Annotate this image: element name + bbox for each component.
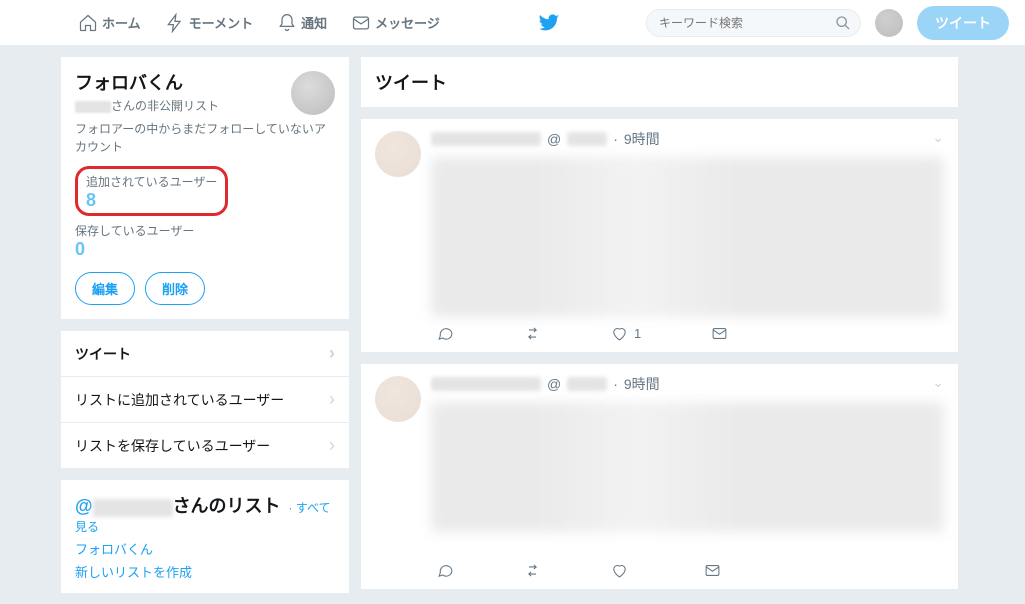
like-button[interactable]: 1 bbox=[611, 325, 641, 342]
tweet-time[interactable]: 9時間 bbox=[624, 374, 660, 394]
tweet-author-redacted bbox=[431, 132, 541, 146]
reply-icon bbox=[437, 562, 454, 579]
list-owner-avatar[interactable] bbox=[291, 71, 335, 115]
moments-icon bbox=[165, 13, 185, 33]
nav-notifications-label: 通知 bbox=[301, 13, 327, 32]
tweet-meta: @ · 9時間 bbox=[431, 129, 944, 149]
reply-icon bbox=[437, 325, 454, 342]
tweet-avatar[interactable] bbox=[375, 376, 421, 422]
tweet-handle-redacted bbox=[567, 377, 607, 391]
create-list-link[interactable]: 新しいリストを作成 bbox=[75, 562, 335, 581]
tab-subscribers[interactable]: リストを保存しているユーザー › bbox=[61, 422, 349, 468]
tweet-handle-redacted bbox=[567, 132, 607, 146]
tweet-actions bbox=[431, 554, 944, 583]
tweet-avatar[interactable] bbox=[375, 131, 421, 177]
like-count: 1 bbox=[634, 326, 641, 341]
like-button[interactable] bbox=[611, 562, 634, 579]
tweet-item[interactable]: ⌄ @ · 9時間 bbox=[360, 363, 959, 590]
envelope-icon bbox=[704, 562, 721, 579]
search-input[interactable] bbox=[646, 9, 861, 37]
tab-members[interactable]: リストに追加されているユーザー › bbox=[61, 376, 349, 422]
members-stat-highlighted: 追加されているユーザー 8 bbox=[75, 166, 228, 216]
tweet-item[interactable]: ⌄ @ · 9時間 1 bbox=[360, 118, 959, 353]
twitter-logo-icon bbox=[538, 12, 560, 34]
bell-icon bbox=[277, 13, 297, 33]
user-avatar[interactable] bbox=[875, 9, 903, 37]
tweet-time[interactable]: 9時間 bbox=[624, 129, 660, 149]
nav-home-label: ホーム bbox=[102, 13, 141, 32]
list-link-1[interactable]: フォロバくん bbox=[75, 539, 335, 558]
list-description: フォロアーの中からまだフォローしていないアカウント bbox=[75, 120, 335, 156]
at-symbol: @ bbox=[75, 496, 93, 516]
retweet-button[interactable] bbox=[524, 325, 541, 342]
list-header-card: フォロバくん さんの非公開リスト フォロアーの中からまだフォローしていないアカウ… bbox=[60, 56, 350, 320]
tweet-meta: @ · 9時間 bbox=[431, 374, 944, 394]
retweet-button[interactable] bbox=[524, 562, 541, 579]
tweet-menu-icon[interactable]: ⌄ bbox=[932, 374, 944, 391]
compose-tweet-button[interactable]: ツイート bbox=[917, 6, 1009, 40]
tab-tweets[interactable]: ツイート › bbox=[61, 331, 349, 376]
nav-messages-label: メッセージ bbox=[375, 13, 440, 32]
tweet-content-redacted bbox=[431, 157, 944, 317]
tweet-author-redacted bbox=[431, 377, 541, 391]
share-button[interactable] bbox=[711, 325, 728, 342]
list-tabs-card: ツイート › リストに追加されているユーザー › リストを保存しているユーザー … bbox=[60, 330, 350, 469]
chevron-right-icon: › bbox=[329, 389, 335, 410]
nav-moments-label: モーメント bbox=[189, 13, 253, 32]
subscribers-count[interactable]: 0 bbox=[75, 239, 335, 260]
owner-name-redacted bbox=[75, 101, 111, 113]
share-button[interactable] bbox=[704, 562, 721, 579]
members-label: 追加されているユーザー bbox=[86, 175, 217, 189]
delete-button[interactable]: 削除 bbox=[145, 272, 205, 305]
envelope-icon bbox=[711, 325, 728, 342]
chevron-right-icon: › bbox=[329, 343, 335, 364]
heart-icon bbox=[611, 562, 628, 579]
subscribers-label: 保存しているユーザー bbox=[75, 222, 335, 239]
reply-button[interactable] bbox=[437, 562, 454, 579]
subscribers-stat: 保存しているユーザー 0 bbox=[75, 222, 335, 260]
retweet-icon bbox=[524, 325, 541, 342]
nav-home[interactable]: ホーム bbox=[66, 13, 153, 33]
sidebar: フォロバくん さんの非公開リスト フォロアーの中からまだフォローしていないアカウ… bbox=[60, 56, 350, 604]
retweet-icon bbox=[524, 562, 541, 579]
nav-moments[interactable]: モーメント bbox=[153, 13, 265, 33]
edit-button[interactable]: 編集 bbox=[75, 272, 135, 305]
reply-button[interactable] bbox=[437, 325, 454, 342]
tweet-menu-icon[interactable]: ⌄ bbox=[932, 129, 944, 146]
nav-notifications[interactable]: 通知 bbox=[265, 13, 339, 33]
timeline-heading: ツイート bbox=[360, 56, 959, 108]
top-nav: ホーム モーメント 通知 メッセージ ツイート bbox=[0, 0, 1025, 46]
envelope-icon bbox=[351, 13, 371, 33]
search-icon bbox=[835, 15, 851, 31]
members-count[interactable]: 8 bbox=[86, 190, 96, 210]
heart-icon bbox=[611, 325, 628, 342]
tweet-content-redacted bbox=[431, 402, 944, 532]
search-wrap bbox=[646, 9, 861, 37]
user-lists-card: @さんのリスト · すべて見る フォロバくん 新しいリストを作成 bbox=[60, 479, 350, 594]
username-redacted bbox=[93, 499, 173, 517]
home-icon bbox=[78, 13, 98, 33]
tweet-actions: 1 bbox=[431, 317, 944, 346]
user-lists-heading: さんのリスト bbox=[173, 496, 281, 516]
main-column: ツイート ⌄ @ · 9時間 1 ⌄ bbox=[360, 56, 959, 604]
nav-messages[interactable]: メッセージ bbox=[339, 13, 452, 33]
chevron-right-icon: › bbox=[329, 435, 335, 456]
